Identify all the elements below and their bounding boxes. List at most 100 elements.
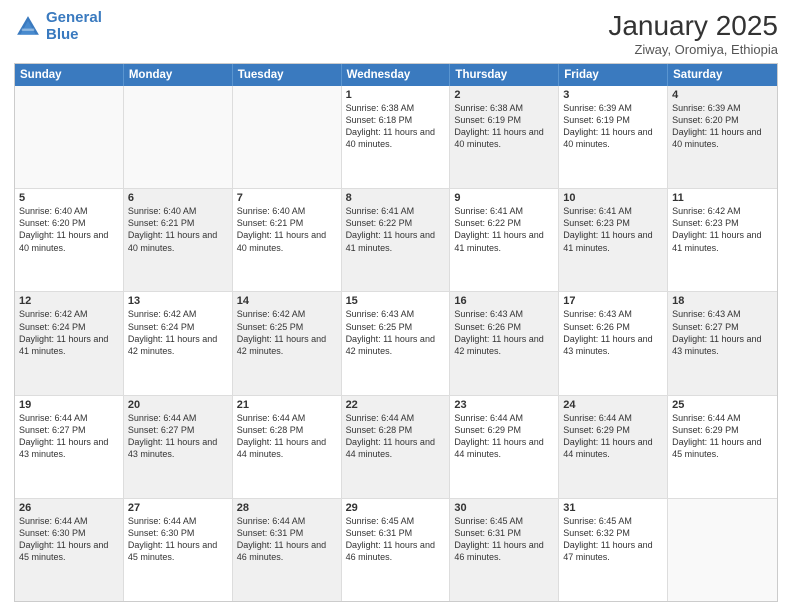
- title-block: January 2025 Ziway, Oromiya, Ethiopia: [608, 10, 778, 57]
- calendar-cell-4-4: 30Sunrise: 6:45 AM Sunset: 6:31 PM Dayli…: [450, 499, 559, 601]
- day-number: 8: [346, 192, 446, 204]
- calendar-header: SundayMondayTuesdayWednesdayThursdayFrid…: [15, 64, 777, 86]
- day-number: 4: [672, 89, 773, 101]
- calendar-cell-3-0: 19Sunrise: 6:44 AM Sunset: 6:27 PM Dayli…: [15, 396, 124, 498]
- calendar-body: 1Sunrise: 6:38 AM Sunset: 6:18 PM Daylig…: [15, 86, 777, 601]
- day-number: 11: [672, 192, 773, 204]
- day-info: Sunrise: 6:44 AM Sunset: 6:30 PM Dayligh…: [19, 515, 119, 564]
- calendar-cell-2-3: 15Sunrise: 6:43 AM Sunset: 6:25 PM Dayli…: [342, 292, 451, 394]
- calendar-cell-3-1: 20Sunrise: 6:44 AM Sunset: 6:27 PM Dayli…: [124, 396, 233, 498]
- calendar-cell-3-5: 24Sunrise: 6:44 AM Sunset: 6:29 PM Dayli…: [559, 396, 668, 498]
- day-number: 18: [672, 295, 773, 307]
- day-info: Sunrise: 6:44 AM Sunset: 6:27 PM Dayligh…: [19, 412, 119, 461]
- calendar-cell-1-6: 11Sunrise: 6:42 AM Sunset: 6:23 PM Dayli…: [668, 189, 777, 291]
- day-info: Sunrise: 6:43 AM Sunset: 6:27 PM Dayligh…: [672, 308, 773, 357]
- day-number: 24: [563, 399, 663, 411]
- calendar-cell-4-0: 26Sunrise: 6:44 AM Sunset: 6:30 PM Dayli…: [15, 499, 124, 601]
- header-day-friday: Friday: [559, 64, 668, 86]
- day-info: Sunrise: 6:40 AM Sunset: 6:21 PM Dayligh…: [128, 205, 228, 254]
- calendar-cell-1-3: 8Sunrise: 6:41 AM Sunset: 6:22 PM Daylig…: [342, 189, 451, 291]
- logo-general: General: [46, 9, 102, 26]
- day-info: Sunrise: 6:38 AM Sunset: 6:19 PM Dayligh…: [454, 102, 554, 151]
- day-number: 13: [128, 295, 228, 307]
- day-info: Sunrise: 6:42 AM Sunset: 6:23 PM Dayligh…: [672, 205, 773, 254]
- calendar-cell-1-5: 10Sunrise: 6:41 AM Sunset: 6:23 PM Dayli…: [559, 189, 668, 291]
- calendar-cell-1-2: 7Sunrise: 6:40 AM Sunset: 6:21 PM Daylig…: [233, 189, 342, 291]
- day-info: Sunrise: 6:44 AM Sunset: 6:27 PM Dayligh…: [128, 412, 228, 461]
- day-info: Sunrise: 6:42 AM Sunset: 6:25 PM Dayligh…: [237, 308, 337, 357]
- day-number: 17: [563, 295, 663, 307]
- day-number: 26: [19, 502, 119, 514]
- calendar-cell-2-4: 16Sunrise: 6:43 AM Sunset: 6:26 PM Dayli…: [450, 292, 559, 394]
- calendar-cell-4-2: 28Sunrise: 6:44 AM Sunset: 6:31 PM Dayli…: [233, 499, 342, 601]
- calendar-row-1: 5Sunrise: 6:40 AM Sunset: 6:20 PM Daylig…: [15, 189, 777, 292]
- calendar-cell-0-3: 1Sunrise: 6:38 AM Sunset: 6:18 PM Daylig…: [342, 86, 451, 188]
- calendar-cell-3-6: 25Sunrise: 6:44 AM Sunset: 6:29 PM Dayli…: [668, 396, 777, 498]
- calendar-cell-2-1: 13Sunrise: 6:42 AM Sunset: 6:24 PM Dayli…: [124, 292, 233, 394]
- header-day-wednesday: Wednesday: [342, 64, 451, 86]
- day-info: Sunrise: 6:42 AM Sunset: 6:24 PM Dayligh…: [19, 308, 119, 357]
- day-info: Sunrise: 6:40 AM Sunset: 6:21 PM Dayligh…: [237, 205, 337, 254]
- page: General Blue January 2025 Ziway, Oromiya…: [0, 0, 792, 612]
- calendar-cell-2-6: 18Sunrise: 6:43 AM Sunset: 6:27 PM Dayli…: [668, 292, 777, 394]
- day-number: 23: [454, 399, 554, 411]
- calendar-cell-2-5: 17Sunrise: 6:43 AM Sunset: 6:26 PM Dayli…: [559, 292, 668, 394]
- day-number: 16: [454, 295, 554, 307]
- calendar-cell-0-1: [124, 86, 233, 188]
- calendar-row-2: 12Sunrise: 6:42 AM Sunset: 6:24 PM Dayli…: [15, 292, 777, 395]
- calendar-cell-0-2: [233, 86, 342, 188]
- calendar-row-4: 26Sunrise: 6:44 AM Sunset: 6:30 PM Dayli…: [15, 499, 777, 601]
- calendar-row-0: 1Sunrise: 6:38 AM Sunset: 6:18 PM Daylig…: [15, 86, 777, 189]
- day-info: Sunrise: 6:44 AM Sunset: 6:28 PM Dayligh…: [346, 412, 446, 461]
- day-info: Sunrise: 6:41 AM Sunset: 6:22 PM Dayligh…: [346, 205, 446, 254]
- day-number: 21: [237, 399, 337, 411]
- day-number: 30: [454, 502, 554, 514]
- day-number: 28: [237, 502, 337, 514]
- calendar-cell-2-0: 12Sunrise: 6:42 AM Sunset: 6:24 PM Dayli…: [15, 292, 124, 394]
- header-day-saturday: Saturday: [668, 64, 777, 86]
- calendar-cell-4-3: 29Sunrise: 6:45 AM Sunset: 6:31 PM Dayli…: [342, 499, 451, 601]
- calendar-cell-3-2: 21Sunrise: 6:44 AM Sunset: 6:28 PM Dayli…: [233, 396, 342, 498]
- location-subtitle: Ziway, Oromiya, Ethiopia: [608, 42, 778, 57]
- calendar-cell-3-3: 22Sunrise: 6:44 AM Sunset: 6:28 PM Dayli…: [342, 396, 451, 498]
- logo: General Blue: [14, 10, 102, 43]
- day-info: Sunrise: 6:43 AM Sunset: 6:26 PM Dayligh…: [454, 308, 554, 357]
- day-number: 6: [128, 192, 228, 204]
- calendar-cell-3-4: 23Sunrise: 6:44 AM Sunset: 6:29 PM Dayli…: [450, 396, 559, 498]
- day-number: 29: [346, 502, 446, 514]
- calendar-cell-0-6: 4Sunrise: 6:39 AM Sunset: 6:20 PM Daylig…: [668, 86, 777, 188]
- day-number: 31: [563, 502, 663, 514]
- calendar-row-3: 19Sunrise: 6:44 AM Sunset: 6:27 PM Dayli…: [15, 396, 777, 499]
- header-day-tuesday: Tuesday: [233, 64, 342, 86]
- day-info: Sunrise: 6:39 AM Sunset: 6:19 PM Dayligh…: [563, 102, 663, 151]
- calendar-cell-1-0: 5Sunrise: 6:40 AM Sunset: 6:20 PM Daylig…: [15, 189, 124, 291]
- header-day-thursday: Thursday: [450, 64, 559, 86]
- calendar-cell-0-0: [15, 86, 124, 188]
- day-info: Sunrise: 6:39 AM Sunset: 6:20 PM Dayligh…: [672, 102, 773, 151]
- day-info: Sunrise: 6:40 AM Sunset: 6:20 PM Dayligh…: [19, 205, 119, 254]
- day-number: 9: [454, 192, 554, 204]
- calendar-cell-2-2: 14Sunrise: 6:42 AM Sunset: 6:25 PM Dayli…: [233, 292, 342, 394]
- header: General Blue January 2025 Ziway, Oromiya…: [14, 10, 778, 57]
- calendar-cell-4-6: [668, 499, 777, 601]
- logo-icon: [14, 13, 42, 41]
- calendar-cell-1-4: 9Sunrise: 6:41 AM Sunset: 6:22 PM Daylig…: [450, 189, 559, 291]
- day-info: Sunrise: 6:41 AM Sunset: 6:22 PM Dayligh…: [454, 205, 554, 254]
- day-info: Sunrise: 6:38 AM Sunset: 6:18 PM Dayligh…: [346, 102, 446, 151]
- day-number: 1: [346, 89, 446, 101]
- day-number: 20: [128, 399, 228, 411]
- calendar: SundayMondayTuesdayWednesdayThursdayFrid…: [14, 63, 778, 602]
- month-title: January 2025: [608, 10, 778, 42]
- calendar-cell-4-5: 31Sunrise: 6:45 AM Sunset: 6:32 PM Dayli…: [559, 499, 668, 601]
- day-number: 10: [563, 192, 663, 204]
- calendar-cell-0-4: 2Sunrise: 6:38 AM Sunset: 6:19 PM Daylig…: [450, 86, 559, 188]
- day-info: Sunrise: 6:43 AM Sunset: 6:25 PM Dayligh…: [346, 308, 446, 357]
- day-number: 22: [346, 399, 446, 411]
- day-number: 25: [672, 399, 773, 411]
- day-number: 12: [19, 295, 119, 307]
- day-info: Sunrise: 6:44 AM Sunset: 6:30 PM Dayligh…: [128, 515, 228, 564]
- logo-text: General Blue: [46, 10, 102, 43]
- day-number: 7: [237, 192, 337, 204]
- day-info: Sunrise: 6:41 AM Sunset: 6:23 PM Dayligh…: [563, 205, 663, 254]
- day-info: Sunrise: 6:44 AM Sunset: 6:28 PM Dayligh…: [237, 412, 337, 461]
